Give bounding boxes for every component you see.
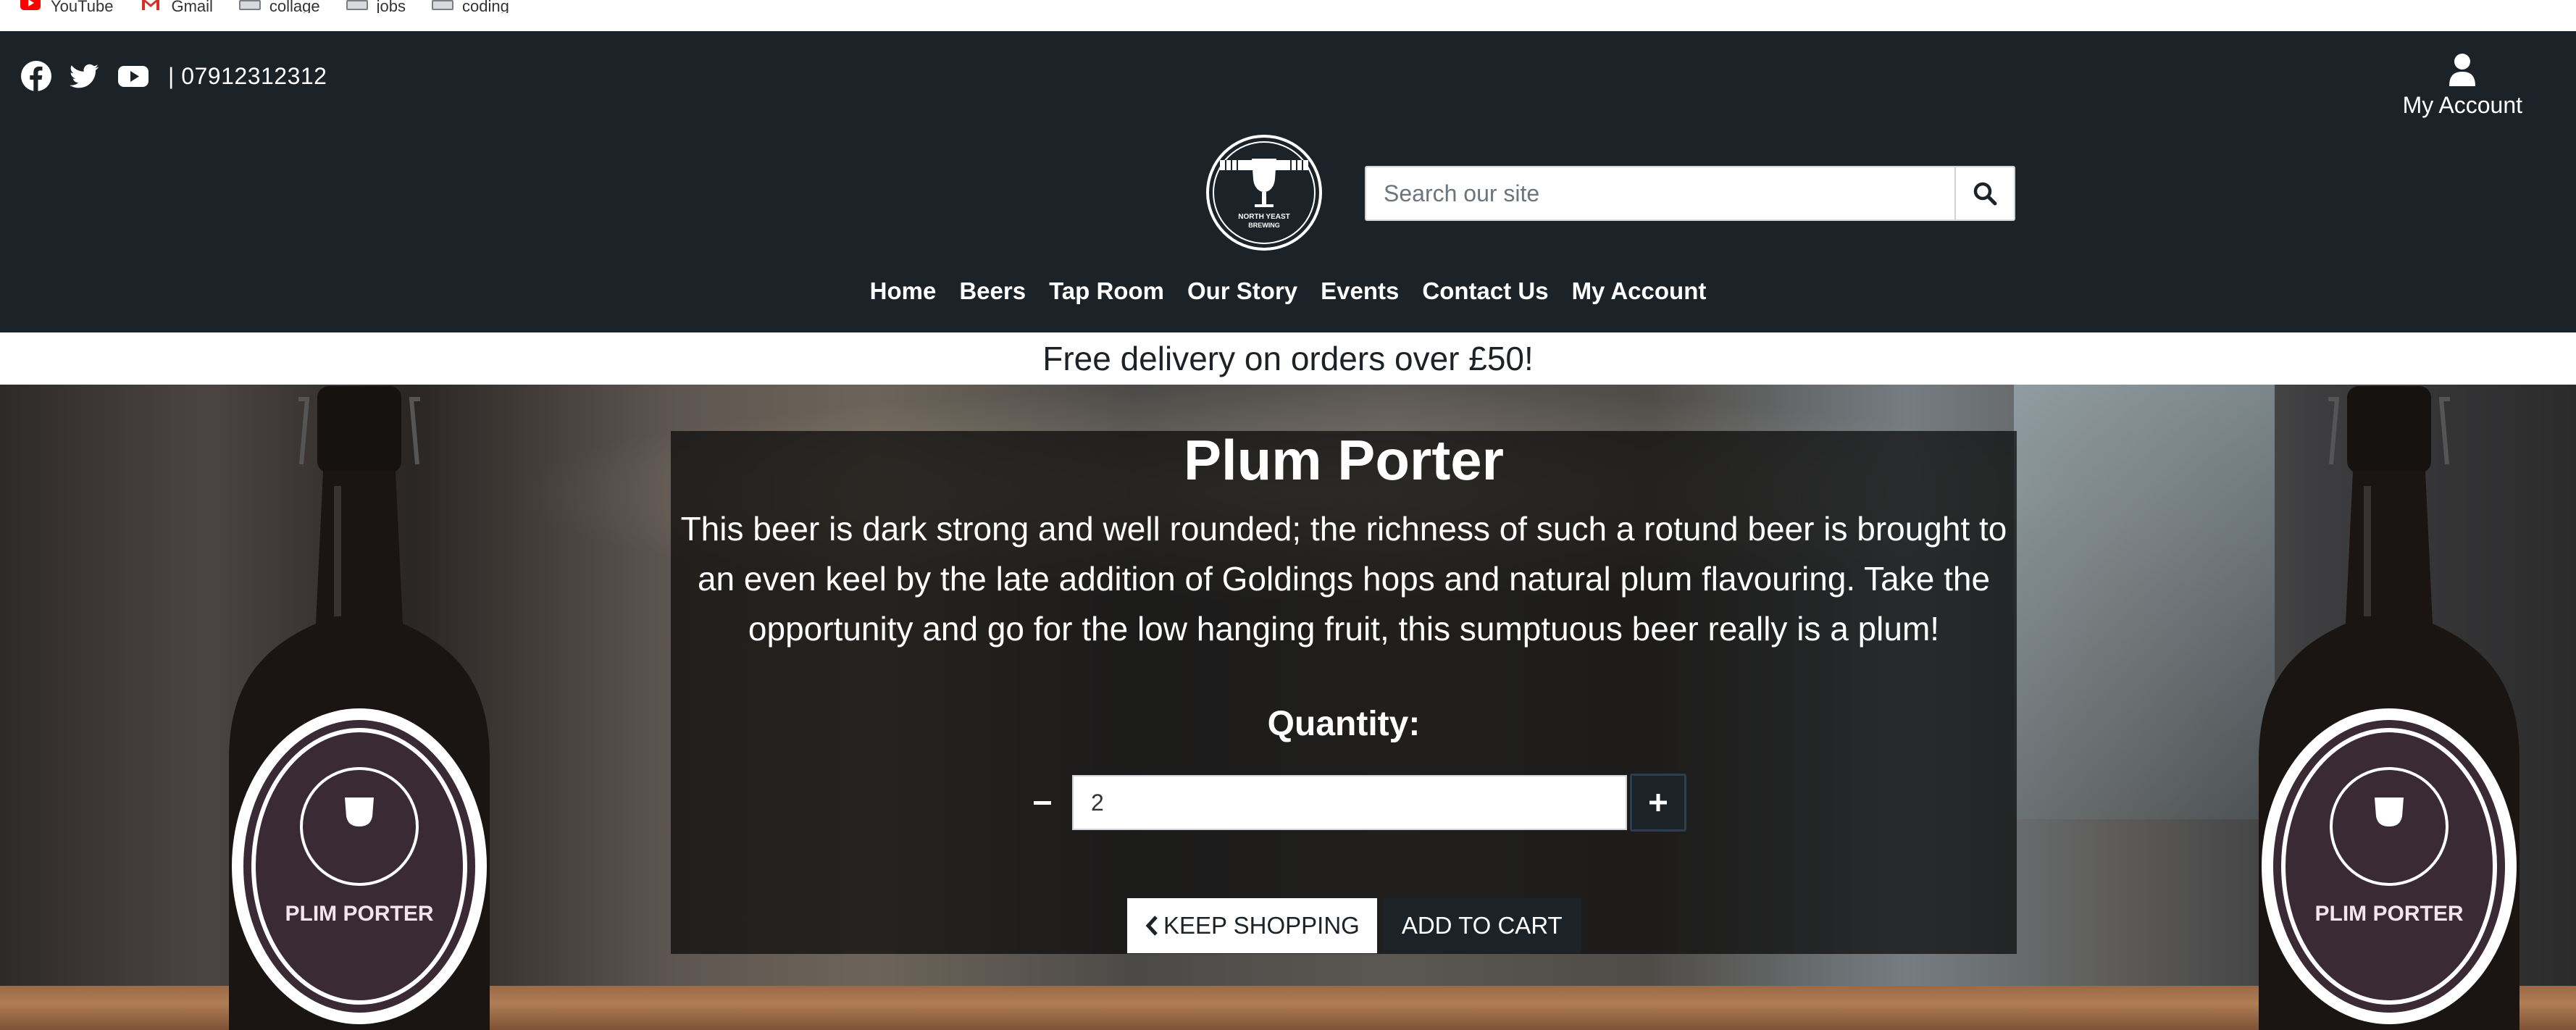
- nav-home[interactable]: Home: [870, 277, 937, 305]
- nav-tap-room[interactable]: Tap Room: [1049, 277, 1164, 305]
- bookmark-youtube[interactable]: YouTube: [19, 0, 113, 13]
- delivery-banner-text: Free delivery on orders over £50!: [1042, 340, 1534, 377]
- site-header: | 07912312312 My Account NORTH YEAST BRE…: [0, 31, 2576, 332]
- bookmarks-bar: YouTube Gmail collage jobs coding: [0, 0, 2576, 31]
- product-actions: KEEP SHOPPING ADD TO CART: [1127, 898, 1581, 953]
- twitter-icon[interactable]: [68, 60, 100, 92]
- minus-icon: [1034, 801, 1051, 805]
- bookmark-jobs[interactable]: jobs: [346, 0, 406, 13]
- main-nav: Home Beers Tap Room Our Story Events Con…: [0, 277, 2576, 305]
- beer-bottle-image: PLIM PORTER: [2259, 386, 2519, 1030]
- search-bar: [1365, 166, 2015, 221]
- bottle-label: PLIM PORTER: [285, 902, 433, 926]
- quantity-label: Quantity:: [1267, 705, 1421, 743]
- beer-bottle-image: PLIM PORTER: [229, 386, 490, 1030]
- svg-text:NORTH YEAST: NORTH YEAST: [1238, 213, 1290, 221]
- bookmark-label: collage: [269, 0, 320, 13]
- keep-shopping-label: KEEP SHOPPING: [1163, 912, 1360, 939]
- increment-button[interactable]: [1630, 774, 1686, 832]
- phone-number: | 07912312312: [168, 62, 327, 89]
- nav-contact-us[interactable]: Contact Us: [1422, 277, 1548, 305]
- svg-text:BREWING: BREWING: [1248, 222, 1280, 229]
- account-link[interactable]: My Account: [2403, 53, 2522, 119]
- add-to-cart-button[interactable]: ADD TO CART: [1382, 898, 1581, 953]
- search-button[interactable]: [1954, 167, 2014, 219]
- brewery-logo[interactable]: NORTH YEAST BREWING: [1205, 134, 1323, 251]
- quantity-stepper: [1021, 774, 1686, 832]
- bookmark-gmail[interactable]: Gmail: [139, 0, 213, 13]
- bookmark-label: Gmail: [171, 0, 213, 13]
- quantity-input[interactable]: [1072, 775, 1627, 830]
- delivery-banner: Free delivery on orders over £50!: [0, 332, 2576, 385]
- product-title: Plum Porter: [1183, 428, 1505, 492]
- nav-beers[interactable]: Beers: [959, 277, 1026, 305]
- social-links: | 07912312312: [20, 60, 327, 92]
- folder-icon: [431, 0, 453, 10]
- folder-icon: [238, 0, 261, 10]
- decrement-button[interactable]: [1021, 775, 1063, 830]
- facebook-icon[interactable]: [20, 60, 52, 92]
- youtube-icon[interactable]: [116, 60, 151, 92]
- chevron-left-icon: [1145, 916, 1158, 936]
- keep-shopping-button[interactable]: KEEP SHOPPING: [1127, 898, 1377, 953]
- bookmark-label: YouTube: [51, 0, 114, 13]
- bookmark-coding[interactable]: coding: [431, 0, 509, 13]
- account-label: My Account: [2402, 92, 2522, 118]
- user-icon: [2449, 54, 2476, 86]
- bookmark-collage[interactable]: collage: [238, 0, 320, 13]
- gmail-icon: [142, 0, 160, 10]
- folder-icon: [346, 0, 368, 10]
- nav-events[interactable]: Events: [1321, 277, 1399, 305]
- search-input[interactable]: [1366, 167, 1954, 219]
- nav-our-story[interactable]: Our Story: [1187, 277, 1297, 305]
- search-icon: [1973, 182, 1997, 206]
- add-to-cart-label: ADD TO CART: [1401, 912, 1563, 939]
- bookmark-label: coding: [461, 0, 509, 13]
- fridge-glow: [2014, 385, 2275, 819]
- product-description: This beer is dark strong and well rounde…: [680, 510, 2007, 648]
- plus-icon: [1649, 794, 1667, 811]
- youtube-icon: [20, 0, 41, 10]
- bottle-label: PLIM PORTER: [2314, 902, 2463, 926]
- bookmark-label: jobs: [376, 0, 406, 13]
- nav-my-account[interactable]: My Account: [1572, 277, 1707, 305]
